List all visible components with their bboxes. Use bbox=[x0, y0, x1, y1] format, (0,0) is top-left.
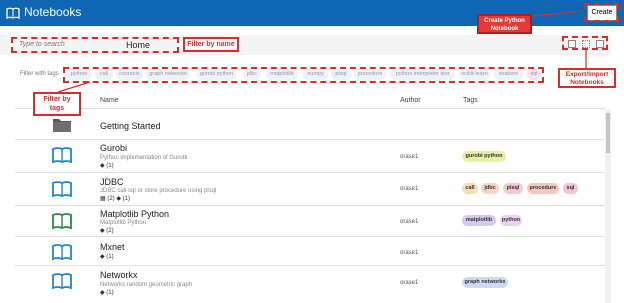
notebook-icon bbox=[52, 181, 72, 198]
list-item-author: orase1 bbox=[400, 219, 419, 225]
list-item-author: orase1 bbox=[400, 186, 419, 192]
notebook-icon bbox=[52, 147, 72, 164]
notebook-icon bbox=[52, 244, 72, 261]
list-item-author: orase1 bbox=[400, 250, 419, 256]
annotation-filter-tags-label: Filter by tags bbox=[33, 92, 81, 116]
list-item-meta: ◆ (1) bbox=[100, 290, 114, 296]
notebook-icon bbox=[52, 213, 72, 230]
tag-badge[interactable]: call bbox=[462, 183, 478, 194]
annotation-create-box bbox=[584, 3, 619, 22]
annotation-create-label: Create Python Notebook bbox=[477, 14, 532, 34]
row-divider bbox=[15, 205, 605, 206]
tag-badge[interactable]: matplotlib bbox=[462, 215, 496, 226]
column-header-author[interactable]: Author bbox=[400, 97, 421, 104]
tag-badge[interactable]: python bbox=[500, 215, 522, 226]
list-item-description: Python implementation of Gurobi bbox=[100, 155, 188, 161]
list-item-name[interactable]: JDBC bbox=[100, 177, 124, 187]
list-item-name[interactable]: Gurobi bbox=[100, 143, 127, 153]
list-item-description: Networks random geometric graph bbox=[100, 282, 193, 288]
app-title: Notebooks bbox=[24, 5, 82, 19]
tag-badge[interactable]: gurobi python bbox=[462, 151, 506, 162]
list-item-author: orase1 bbox=[400, 154, 419, 160]
list-item-meta: ▦ (2) ◆ (1) bbox=[100, 196, 130, 202]
tag-badge[interactable]: procedure bbox=[527, 183, 559, 194]
list-item-author: orase1 bbox=[400, 280, 419, 286]
column-header-tags[interactable]: Tags bbox=[463, 97, 478, 104]
list-item-meta: ◆ (1) bbox=[100, 163, 114, 169]
list-item-name[interactable]: Getting Started bbox=[100, 121, 161, 131]
row-divider bbox=[15, 172, 605, 173]
tag-badge[interactable]: graph networkx bbox=[462, 277, 508, 288]
annotation-filter-name-label: Filter by name bbox=[183, 37, 239, 52]
annotation-filter-tags-box bbox=[63, 67, 544, 83]
list-item-meta: ◆ (2) bbox=[100, 228, 114, 234]
header-divider bbox=[15, 108, 605, 109]
tag-badge[interactable]: plsql bbox=[503, 183, 523, 194]
list-item-name[interactable]: Networkx bbox=[100, 270, 138, 280]
list-item-name[interactable]: Matplotlib Python bbox=[100, 209, 169, 219]
notebook-app-icon bbox=[6, 7, 20, 20]
annotation-export-label: Export/Import Notebooks bbox=[558, 68, 616, 88]
row-divider bbox=[15, 265, 605, 266]
list-item-meta: ◆ (1) bbox=[100, 254, 114, 260]
column-header-name[interactable]: Name bbox=[100, 97, 119, 104]
list-item-description: Matplotlib Python bbox=[100, 220, 147, 226]
row-divider bbox=[15, 236, 605, 237]
list-item-description: JDBC call sql or store procedure using p… bbox=[100, 188, 217, 194]
annotation-filter-name-box bbox=[11, 37, 179, 53]
tag-badge[interactable]: jdbc bbox=[481, 183, 499, 194]
tag-badge[interactable]: sql bbox=[563, 183, 578, 194]
list-item-name[interactable]: Mxnet bbox=[100, 242, 125, 252]
annotation-export-box bbox=[562, 36, 608, 50]
row-divider bbox=[15, 139, 605, 140]
filter-tags-label: Filter with tags bbox=[20, 71, 59, 77]
scrollbar-thumb[interactable] bbox=[606, 113, 610, 153]
folder-icon bbox=[53, 119, 71, 132]
notebook-icon bbox=[52, 273, 72, 290]
